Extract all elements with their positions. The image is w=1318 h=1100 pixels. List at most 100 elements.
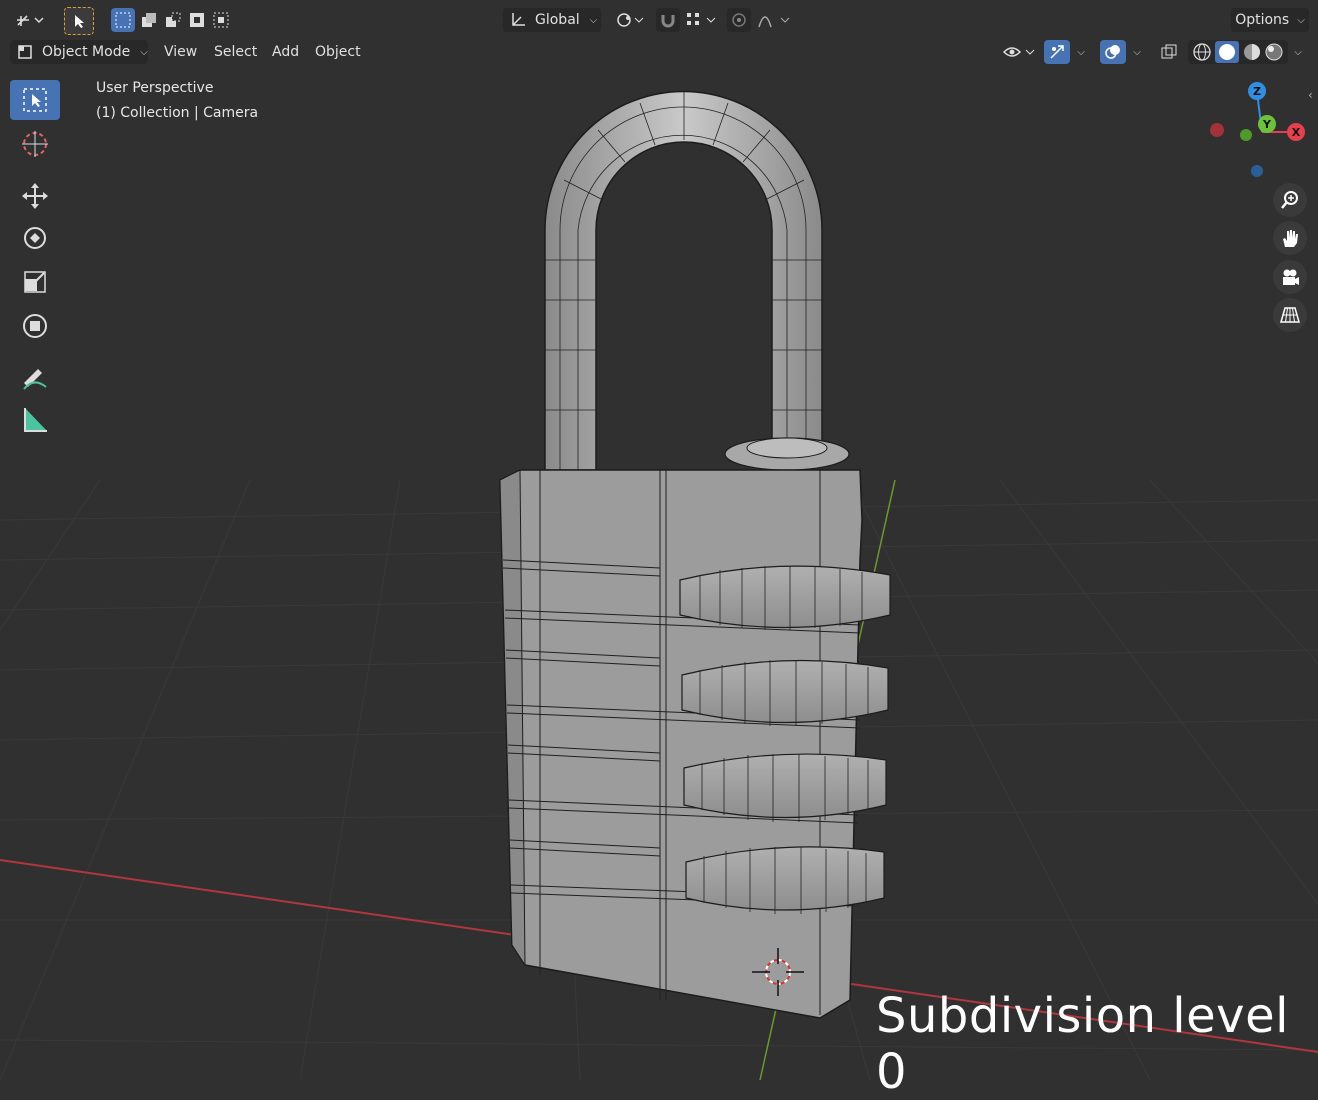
ortho-toggle-button[interactable] (1273, 298, 1307, 332)
menu-object[interactable]: Object (309, 40, 367, 64)
sidebar-toggle-arrow[interactable]: ‹ (1308, 88, 1318, 104)
snap-target-dropdown[interactable] (682, 8, 720, 32)
eye-icon (1002, 47, 1035, 57)
object-mode-icon (18, 45, 32, 59)
cursor-icon (75, 15, 84, 28)
solid-shading-button[interactable] (1215, 41, 1239, 63)
transform-orientation-dropdown[interactable]: Global ⌵ (503, 8, 601, 32)
dial-4 (685, 846, 885, 914)
select-mode-button[interactable] (64, 7, 94, 35)
gizmo-toggle[interactable] (1044, 40, 1070, 64)
xray-icon (1161, 44, 1177, 59)
collection-label: (1) Collection | Camera (96, 105, 259, 121)
visibility-dropdown[interactable] (1000, 40, 1038, 64)
zoom-icon (1281, 191, 1298, 209)
box-select-invert-icon (190, 13, 204, 27)
navigation-gizmo[interactable]: Z X Y (1205, 80, 1310, 180)
gizmo-x-label: X (1292, 126, 1301, 139)
chevron-down-icon: ⌵ (1297, 14, 1305, 26)
rotate-icon (24, 227, 46, 249)
editor-type-icon (17, 15, 44, 26)
options-label: Options (1235, 12, 1290, 28)
box-select-intersect-icon (213, 12, 229, 28)
hand-icon (1283, 230, 1298, 247)
proportional-edit-toggle[interactable] (727, 8, 751, 32)
chevron-down-icon: ⌵ (1077, 46, 1085, 58)
subdivision-caption: Subdivision level 0 (876, 988, 1289, 1100)
dial-2 (681, 659, 889, 726)
chevron-down-icon: ⌵ (1133, 46, 1141, 58)
snap-toggle[interactable] (656, 8, 680, 32)
rotate-tool[interactable] (10, 218, 60, 258)
chevron-down-icon: ⌵ (1294, 46, 1302, 58)
padlock-shackle (544, 90, 850, 471)
mode-label: Object Mode (42, 44, 131, 60)
transform-icon (23, 314, 47, 338)
camera-icon (1283, 269, 1299, 285)
annotate-icon (23, 369, 47, 390)
select-box-tool[interactable] (10, 80, 60, 120)
menu-add[interactable]: Add (266, 40, 305, 64)
pivot-point-dropdown[interactable] (610, 8, 650, 32)
gizmo-icon (1050, 45, 1064, 59)
scale-icon (24, 271, 46, 293)
select-new-button[interactable] (111, 8, 135, 32)
measure-icon (24, 408, 47, 432)
dial-3 (683, 753, 887, 822)
orientation-icon (512, 13, 525, 26)
scale-tool[interactable] (10, 262, 60, 302)
overlays-dropdown[interactable]: ⌵ (1127, 40, 1147, 64)
pan-button[interactable] (1273, 221, 1307, 255)
viewport-scene (0, 90, 1318, 1080)
transform-orientation-label: Global (535, 12, 580, 28)
transform-tool[interactable] (10, 306, 60, 346)
grid-icon (1280, 307, 1300, 323)
shading-group (1188, 40, 1288, 64)
box-select-extend-icon (142, 13, 156, 27)
3d-viewport[interactable]: User Perspective (1) Collection | Camera (0, 68, 1318, 1080)
move-icon (22, 183, 48, 209)
editor-type-button[interactable] (10, 8, 50, 32)
select-extend-button[interactable] (137, 8, 161, 32)
pivot-point-icon (617, 13, 644, 27)
gizmo-dropdown[interactable]: ⌵ (1071, 40, 1091, 64)
select-subtract-button[interactable] (161, 8, 185, 32)
material-shading-icon[interactable] (1241, 42, 1263, 62)
xray-toggle[interactable] (1156, 40, 1182, 64)
gizmo-z-label: Z (1253, 85, 1261, 98)
camera-view-button[interactable] (1273, 260, 1307, 294)
perspective-label: User Perspective (96, 80, 214, 96)
proportional-edit-icon (732, 13, 746, 27)
measure-tool[interactable] (10, 400, 60, 440)
rendered-shading-icon[interactable] (1263, 42, 1285, 62)
overlays-icon (1105, 45, 1120, 59)
move-tool[interactable] (10, 176, 60, 216)
magnet-icon (661, 15, 675, 28)
overlays-toggle[interactable] (1100, 40, 1126, 64)
zoom-button[interactable] (1273, 183, 1307, 217)
shading-dropdown[interactable]: ⌵ (1288, 40, 1308, 64)
box-select-new-icon (115, 12, 131, 28)
solid-shading-icon (1219, 44, 1235, 60)
menu-select[interactable]: Select (208, 40, 263, 64)
viewport-header: Global ⌵ Options ⌵ Object Mode ⌵ View Se… (0, 0, 1318, 68)
mode-dropdown[interactable]: Object Mode ⌵ (10, 40, 148, 64)
menu-view[interactable]: View (158, 40, 203, 64)
falloff-dropdown[interactable] (755, 8, 793, 32)
select-intersect-button[interactable] (209, 8, 233, 32)
chevron-down-icon: ⌵ (589, 14, 598, 26)
snap-increment-icon (687, 13, 716, 25)
padlock-body (499, 469, 863, 1019)
wireframe-shading-icon[interactable] (1191, 42, 1213, 62)
annotate-tool[interactable] (10, 358, 60, 398)
dial-1 (679, 565, 891, 630)
cursor-icon (23, 88, 47, 112)
chevron-down-icon: ⌵ (140, 46, 148, 58)
box-select-subtract-icon (166, 12, 181, 27)
falloff-curve-icon (758, 16, 790, 28)
3d-cursor-icon (22, 131, 48, 157)
gizmo-y-label: Y (1262, 118, 1272, 131)
options-dropdown[interactable]: Options ⌵ (1231, 8, 1309, 32)
cursor-tool[interactable] (10, 124, 60, 164)
select-invert-button[interactable] (185, 8, 209, 32)
